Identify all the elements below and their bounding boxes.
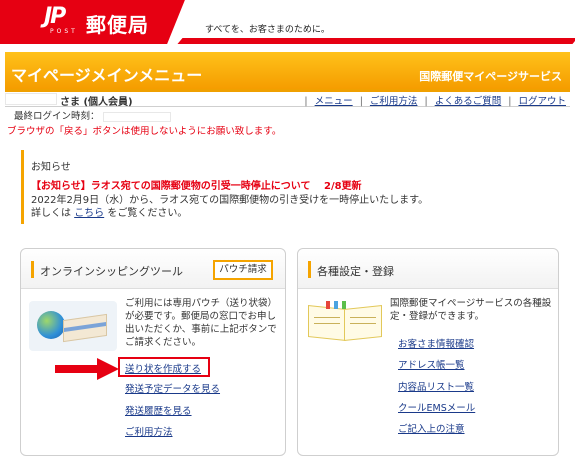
user-name-redacted: [5, 93, 57, 105]
globe-icon: [37, 311, 65, 339]
shipping-panel-title: オンラインシッピングツール: [40, 265, 183, 278]
header-accent-line: [177, 38, 575, 44]
site-header: JP POST 郵便局 すべてを、お客さまのために。: [0, 0, 575, 44]
page-banner: マイページメインメニュー 国際郵便マイページサービス: [5, 52, 570, 92]
nav-separator: |: [304, 96, 308, 107]
service-name: 国際郵便マイページサービス: [419, 70, 562, 83]
notice-line-2-prefix: 詳しくは: [31, 208, 71, 219]
last-login-label: 最終ログイン時刻：: [14, 111, 100, 122]
panel-accent-bar: [308, 261, 311, 278]
cool-ems-mail-link[interactable]: クールEMSメール: [398, 400, 475, 414]
pouch-request-button[interactable]: パウチ請求: [213, 260, 273, 280]
settings-panel: 各種設定・登録 国際郵便マイページサービスの各種設定・登録ができます。 お客さま…: [297, 248, 559, 456]
nav-separator: |: [424, 96, 428, 107]
settings-description: 国際郵便マイページサービスの各種設定・登録ができます。: [390, 298, 552, 322]
top-nav-links: | メニュー | ご利用方法 | よくあるご質問 | ログアウト: [300, 93, 566, 107]
jp-post-logo-icon: JP POST: [44, 6, 80, 38]
create-label-highlight: [118, 357, 210, 377]
notice-headline: 【お知らせ】ラオス宛ての国際郵便物の引受一時停止について 2/8更新: [31, 177, 362, 192]
filling-notes-link[interactable]: ご記入上の注意: [398, 421, 465, 435]
scheduled-data-link[interactable]: 発送予定データを見る: [125, 381, 220, 395]
globe-parcel-icon: [29, 301, 117, 351]
last-login-redacted: [102, 111, 171, 122]
shipping-description: ご利用には専用パウチ（送り状袋）が必要です。郵便局の窓口でお申し出いただくか、事…: [125, 298, 278, 348]
page-title: マイページメインメニュー: [11, 66, 203, 85]
parcel-icon: [63, 313, 107, 343]
open-book-icon: [306, 301, 386, 349]
logo-mark-text: JP: [44, 4, 66, 29]
nav-link-menu[interactable]: メニュー: [315, 96, 353, 107]
nav-separator: |: [508, 96, 512, 107]
nav-separator: |: [359, 96, 363, 107]
panel-accent-bar: [31, 261, 34, 278]
settings-panel-header: 各種設定・登録: [298, 249, 558, 289]
usage-guide-link[interactable]: ご利用方法: [125, 424, 173, 438]
customer-info-link[interactable]: お客さま情報確認: [398, 336, 474, 350]
logo-post-text: POST: [50, 28, 78, 35]
notice-line-2-suffix: をご覧ください。: [107, 208, 188, 219]
nav-link-logout[interactable]: ログアウト: [518, 96, 566, 107]
notice-box: お知らせ 【お知らせ】ラオス宛ての国際郵便物の引受一時停止について 2/8更新 …: [21, 150, 541, 224]
address-book-link[interactable]: アドレス帳一覧: [398, 357, 465, 371]
slogan-text: すべてを、お客さまのために。: [205, 25, 330, 35]
notice-accent-bar: [21, 150, 24, 224]
shipping-tool-panel: オンラインシッピングツール パウチ請求 ご利用には専用パウチ（送り状袋）が必要で…: [20, 248, 286, 456]
notice-line-2: 詳しくは こちら をご覧ください。: [31, 204, 187, 219]
brand-name: 郵便局: [86, 13, 149, 37]
logo-area[interactable]: JP POST 郵便局: [0, 0, 190, 44]
notice-detail-link[interactable]: こちら: [74, 208, 104, 219]
user-type-label: さま (個人会員): [60, 97, 133, 108]
user-bar: さま (個人会員) | メニュー | ご利用方法 | よくあるご質問 | ログア…: [5, 93, 570, 108]
back-button-warning: ブラウザの「戻る」ボタンは使用しないようにお願い致します。: [7, 126, 282, 137]
shipping-panel-header: オンラインシッピングツール パウチ請求: [21, 249, 285, 289]
shipping-history-link[interactable]: 発送履歴を見る: [125, 403, 192, 417]
nav-link-usage[interactable]: ご利用方法: [370, 96, 418, 107]
notice-title: お知らせ: [31, 162, 71, 173]
settings-panel-title: 各種設定・登録: [317, 265, 394, 278]
content-list-link[interactable]: 内容品リスト一覧: [398, 379, 474, 393]
last-login: 最終ログイン時刻：: [14, 108, 171, 122]
red-arrow-icon: [55, 358, 119, 380]
nav-link-faq[interactable]: よくあるご質問: [435, 96, 502, 107]
